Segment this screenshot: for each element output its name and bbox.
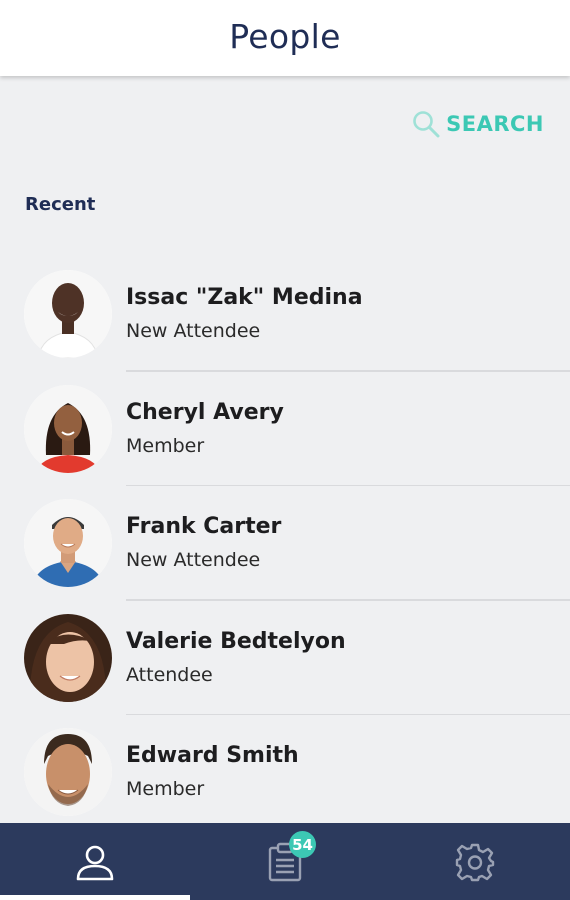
avatar — [24, 728, 112, 816]
search-label: SEARCH — [446, 112, 544, 136]
page-title: People — [229, 16, 341, 56]
person-name: Issac "Zak" Medina — [126, 285, 363, 310]
person-role: Member — [126, 778, 205, 800]
app-header: People — [0, 0, 570, 76]
person-name: Frank Carter — [126, 514, 282, 539]
person-list-item[interactable]: Frank Carter New Attendee — [0, 486, 570, 601]
gear-icon — [455, 843, 495, 881]
person-list-item[interactable]: Cheryl Avery Member — [0, 372, 570, 486]
person-list-item[interactable]: Valerie Bedtelyon Attendee — [0, 601, 570, 715]
recent-people-list: Issac "Zak" Medina New Attendee Cheryl A… — [0, 257, 570, 830]
person-list-item[interactable]: Edward Smith Member — [0, 715, 570, 830]
search-icon — [413, 111, 440, 138]
person-name: Valerie Bedtelyon — [126, 628, 346, 654]
person-role: New Attendee — [126, 549, 261, 571]
person-icon — [76, 845, 114, 880]
person-name: Cheryl Avery — [126, 399, 284, 425]
person-role: New Attendee — [126, 320, 261, 342]
person-list-item[interactable]: Issac "Zak" Medina New Attendee — [0, 257, 570, 372]
person-role: Attendee — [126, 663, 213, 686]
tab-people[interactable] — [0, 823, 190, 900]
person-role: Member — [126, 434, 205, 457]
tab-agenda[interactable] — [190, 823, 380, 900]
avatar — [24, 499, 112, 587]
notification-badge: 54 — [289, 831, 316, 858]
search-button[interactable]: SEARCH — [412, 110, 544, 138]
avatar — [24, 384, 112, 473]
avatar — [24, 613, 112, 702]
people-screen: People SEARCH Recent Issac "Zak" Medina … — [0, 0, 570, 900]
bottom-navigation — [0, 823, 570, 900]
tab-settings[interactable] — [380, 823, 570, 900]
person-name: Edward Smith — [126, 743, 299, 768]
recent-section-label: Recent — [25, 194, 96, 215]
avatar — [24, 270, 112, 358]
